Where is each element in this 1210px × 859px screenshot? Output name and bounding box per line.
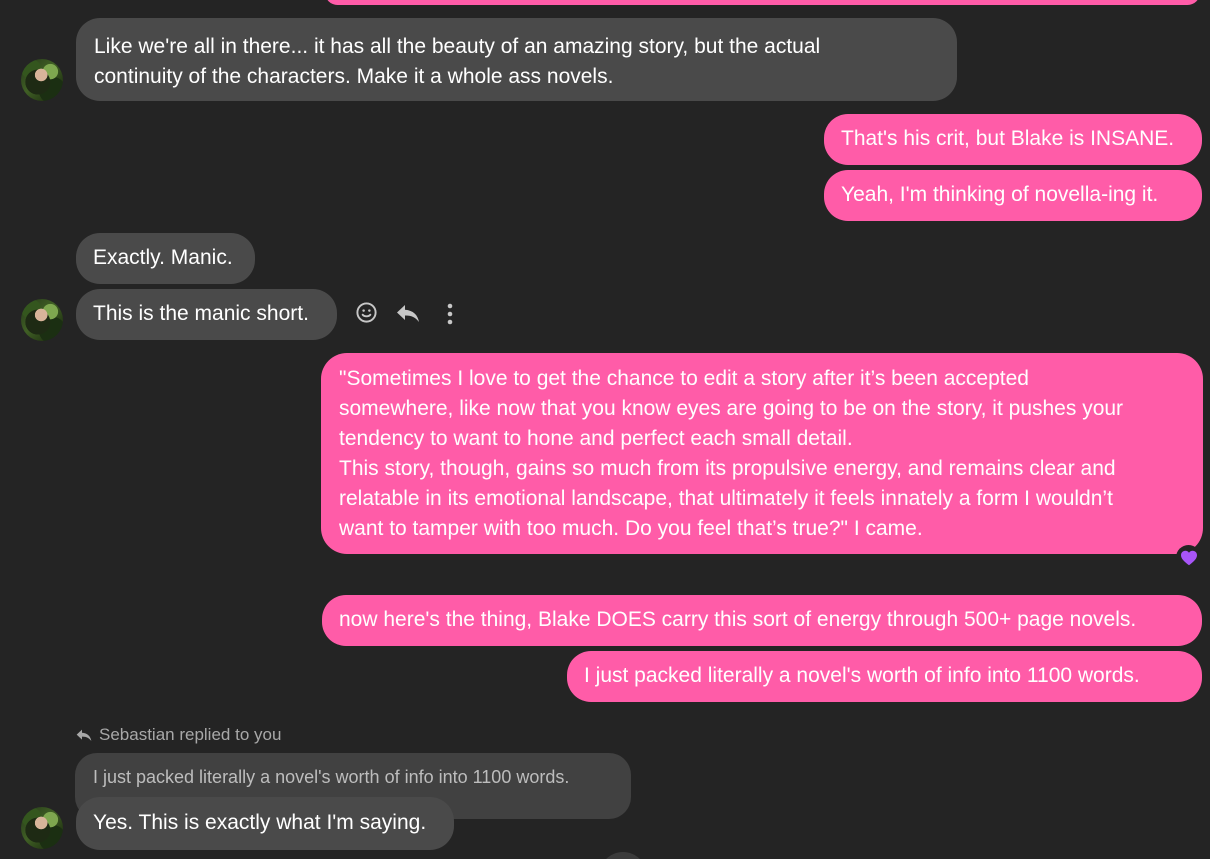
purple-heart-icon	[1180, 550, 1197, 565]
outgoing-message[interactable]: now here's the thing, Blake DOES carry t…	[322, 595, 1202, 646]
reply-icon	[74, 727, 94, 743]
incoming-message[interactable]: This is the manic short.	[76, 289, 337, 340]
reply-status-text: Sebastian replied to you	[99, 725, 282, 744]
sebastian-avatar[interactable]	[21, 59, 63, 101]
previous-outgoing-message-edge[interactable]	[325, 0, 1200, 5]
outgoing-message[interactable]: "Sometimes I love to get the chance to e…	[321, 353, 1203, 554]
incoming-message[interactable]: Like we're all in there... it has all th…	[76, 18, 957, 101]
emoji-icon[interactable]	[355, 301, 378, 324]
outgoing-message[interactable]: That's his crit, but Blake is INSANE.	[824, 114, 1202, 165]
incoming-reply-message[interactable]: Yes. This is exactly what I'm saying.	[76, 797, 454, 850]
sebastian-avatar[interactable]	[21, 807, 63, 849]
messenger-chat-window: Like we're all in there... it has all th…	[0, 0, 1210, 859]
sebastian-avatar[interactable]	[21, 299, 63, 341]
more-options-icon[interactable]	[444, 302, 456, 326]
reply-status: Sebastian replied to you	[74, 723, 281, 747]
incoming-message[interactable]: Exactly. Manic.	[76, 233, 255, 284]
reply-icon[interactable]	[394, 301, 422, 325]
scroll-down-button[interactable]	[599, 852, 647, 859]
message-reaction[interactable]	[1176, 545, 1201, 570]
outgoing-message[interactable]: Yeah, I'm thinking of novella-ing it.	[824, 170, 1202, 221]
outgoing-message[interactable]: I just packed literally a novel's worth …	[567, 651, 1202, 702]
